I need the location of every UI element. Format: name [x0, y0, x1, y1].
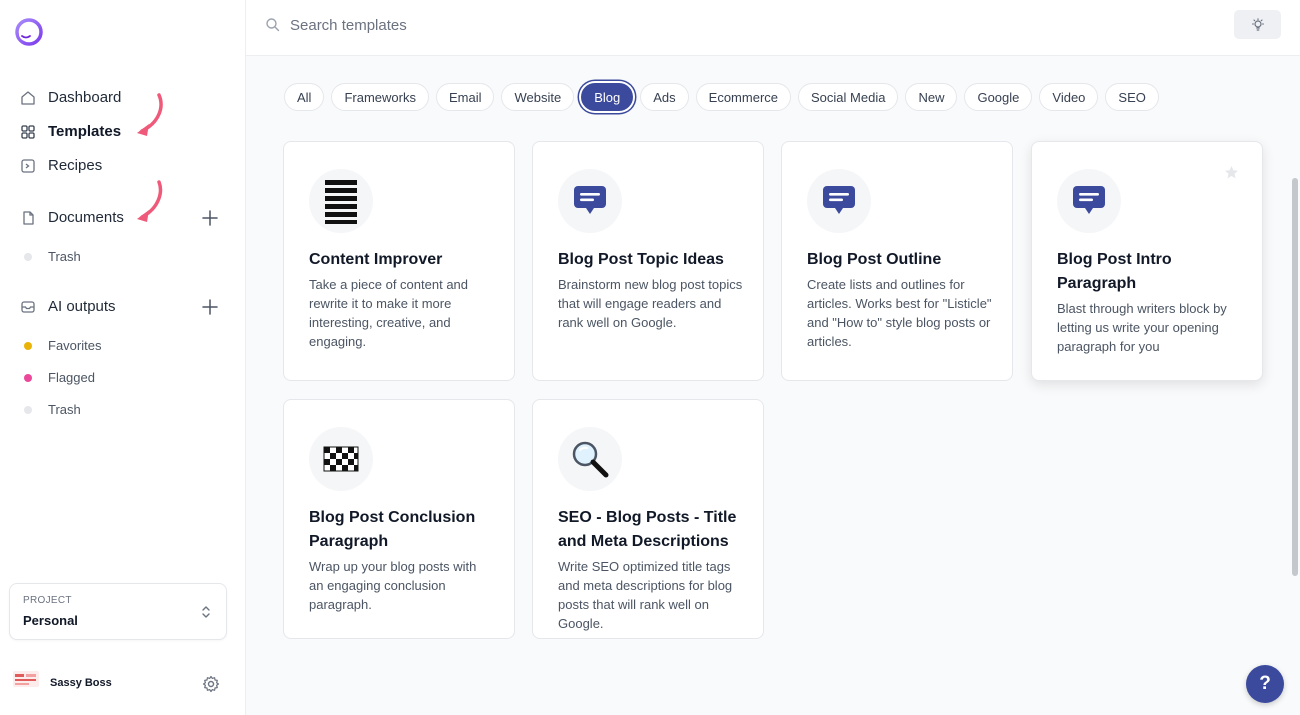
project-value: Personal — [23, 613, 78, 628]
sidebar-item-label: Trash — [48, 249, 81, 264]
filter-social-media[interactable]: Social Media — [798, 83, 899, 111]
sidebar-item-documents-trash[interactable]: Trash — [24, 249, 81, 264]
trash-dot — [24, 405, 32, 414]
search-input[interactable] — [290, 12, 690, 38]
card-description: Write SEO optimized title tags and meta … — [558, 559, 733, 631]
filter-ads[interactable]: Ads — [640, 83, 689, 111]
filter-new[interactable]: New — [905, 83, 958, 111]
flagged-dot — [24, 373, 32, 382]
sidebar-item-label: Templates — [48, 123, 122, 140]
sidebar-item-ai-trash[interactable]: Trash — [24, 402, 81, 417]
theme-toggle-button[interactable] — [1234, 10, 1281, 39]
home-icon — [21, 90, 35, 105]
card-title: Blog Post Intro Paragraph — [1057, 251, 1172, 292]
sidebar-item-flagged[interactable]: Flagged — [24, 370, 95, 385]
sidebar-item-templates[interactable]: Templates — [20, 123, 121, 140]
terminal-icon — [21, 158, 35, 173]
sidebar-item-documents[interactable]: Documents — [20, 209, 124, 226]
star-icon[interactable] — [1224, 165, 1239, 180]
card-title: Blog Post Conclusion Paragraph — [309, 509, 476, 550]
stacked-bars-icon — [309, 169, 373, 233]
card-title: Blog Post Outline — [807, 251, 942, 268]
sidebar-item-label: Recipes — [48, 157, 103, 174]
magnifying-glass-icon — [558, 427, 622, 491]
card-title: SEO - Blog Posts - Title and Meta Descri… — [558, 509, 737, 550]
favorites-dot — [24, 341, 32, 350]
chat-bubble-icon — [1057, 169, 1121, 233]
filter-all[interactable]: All — [284, 83, 325, 111]
card-description: Blast through writers block by letting u… — [1057, 301, 1227, 354]
card-description: Create lists and outlines for articles. … — [807, 277, 992, 349]
sidebar-item-label: AI outputs — [48, 298, 116, 315]
template-card-blog-post-intro-paragraph[interactable]: Blog Post Intro Paragraph Blast through … — [1031, 141, 1263, 381]
help-button[interactable]: ? — [1246, 665, 1284, 703]
card-description: Wrap up your blog posts with an engaging… — [309, 559, 477, 612]
filter-seo[interactable]: SEO — [1105, 83, 1159, 111]
add-document-icon[interactable] — [201, 209, 219, 227]
chevron-up-down-icon — [202, 606, 210, 618]
category-filters: All Frameworks Email Website Blog Ads Ec… — [284, 83, 1159, 111]
sidebar-item-dashboard[interactable]: Dashboard — [20, 89, 121, 106]
inbox-icon — [21, 300, 35, 313]
lightbulb-icon — [1251, 17, 1264, 31]
filter-blog[interactable]: Blog — [581, 83, 634, 111]
search-icon — [266, 18, 280, 32]
chat-bubble-icon — [558, 169, 622, 233]
avatar[interactable] — [12, 668, 40, 690]
project-label: PROJECT — [23, 595, 72, 606]
card-description: Brainstorm new blog post topics that wil… — [558, 277, 743, 330]
jasper-logo[interactable] — [13, 17, 45, 47]
sidebar-item-label: Dashboard — [48, 89, 122, 106]
top-bar — [246, 0, 1300, 56]
grid-icon — [21, 124, 35, 139]
checkered-flag-icon — [309, 427, 373, 491]
add-ai-output-icon[interactable] — [201, 298, 219, 316]
template-card-content-improver[interactable]: Content Improver Take a piece of content… — [283, 141, 515, 381]
user-name[interactable]: Sassy Boss — [50, 677, 112, 689]
card-title: Content Improver — [309, 251, 443, 268]
sidebar-item-label: Documents — [48, 209, 124, 226]
document-icon — [23, 210, 34, 225]
sidebar-item-label: Favorites — [48, 338, 102, 353]
template-card-blog-post-topic-ideas[interactable]: Blog Post Topic Ideas Brainstorm new blo… — [532, 141, 764, 381]
filter-email[interactable]: Email — [435, 83, 495, 111]
gear-icon[interactable] — [202, 675, 220, 693]
template-card-blog-post-conclusion-paragraph[interactable]: Blog Post Conclusion Paragraph Wrap up y… — [283, 399, 515, 639]
sidebar-item-ai-outputs[interactable]: AI outputs — [20, 298, 116, 315]
user-row: Sassy Boss — [12, 668, 232, 700]
trash-dot — [24, 252, 32, 261]
sidebar-item-favorites[interactable]: Favorites — [24, 338, 101, 353]
chat-bubble-icon — [807, 169, 871, 233]
filter-ecommerce[interactable]: Ecommerce — [695, 83, 792, 111]
sidebar-item-recipes[interactable]: Recipes — [20, 157, 102, 174]
scrollbar[interactable] — [1292, 178, 1298, 576]
annotation-arrow-icon — [137, 180, 163, 222]
sidebar-item-label: Trash — [48, 402, 81, 417]
annotation-arrow-icon — [137, 93, 163, 136]
sidebar-item-label: Flagged — [48, 370, 95, 385]
project-selector[interactable]: PROJECT Personal — [9, 583, 227, 640]
template-card-seo-blog-posts[interactable]: SEO - Blog Posts - Title and Meta Descri… — [532, 399, 764, 639]
filter-video[interactable]: Video — [1039, 83, 1099, 111]
card-title: Blog Post Topic Ideas — [558, 251, 724, 268]
card-description: Take a piece of content and rewrite it t… — [309, 277, 469, 349]
filter-frameworks[interactable]: Frameworks — [331, 83, 429, 111]
filter-google[interactable]: Google — [964, 83, 1033, 111]
filter-website[interactable]: Website — [501, 83, 575, 111]
sidebar: Dashboard Templates Recipes Documents Tr… — [0, 0, 246, 715]
template-card-blog-post-outline[interactable]: Blog Post Outline Create lists and outli… — [781, 141, 1013, 381]
